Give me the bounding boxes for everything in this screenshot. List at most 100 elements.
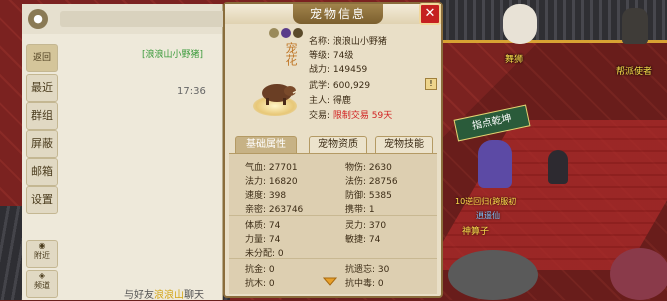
trade-restriction: 限制交易 59天 bbox=[332, 111, 393, 121]
lion-sprite bbox=[503, 4, 537, 44]
chat-search-input[interactable] bbox=[60, 11, 230, 27]
stats-panel[interactable]: 气血: 27701 物伤: 2630 法力: 16820 法伤: 28756 速… bbox=[229, 154, 437, 294]
npc-guild-envoy[interactable]: 帮派使者 bbox=[616, 8, 652, 77]
back-label: 返回 bbox=[32, 53, 51, 63]
npc-envoy-name: 帮派使者 bbox=[616, 67, 653, 77]
stat-res-poison: 抗中毒: 0 bbox=[345, 276, 384, 289]
stat-carry: 携带: 1 bbox=[345, 202, 375, 215]
sidebar-item-settings[interactable]: 设置 bbox=[26, 186, 58, 214]
tab-aptitude-label: 宠物资质 bbox=[318, 139, 358, 150]
stat-spirit: 灵力: 370 bbox=[345, 218, 386, 231]
sidebar-item-recent[interactable]: 最近 bbox=[26, 74, 58, 102]
stat-con-label: 体质: bbox=[245, 221, 267, 231]
tab-skills-label: 宠物技能 bbox=[384, 139, 424, 150]
nearby-icon: ◉ bbox=[38, 241, 46, 250]
stat-str-label: 力量: bbox=[245, 235, 267, 245]
owner-label: 主人: bbox=[309, 96, 331, 106]
trade-label: 交易: bbox=[309, 111, 331, 121]
close-icon: ✕ bbox=[424, 6, 436, 21]
chat-footer: 与好友浪浪山聊天 bbox=[124, 286, 204, 301]
sidebar-item-groups[interactable]: 群组 bbox=[26, 102, 58, 130]
settings-label: 设置 bbox=[31, 193, 53, 206]
npc-lion-dancer[interactable]: 舞狮 bbox=[503, 4, 537, 65]
groups-label: 群组 bbox=[31, 109, 53, 122]
pet-mark-seal: 宠花 bbox=[284, 42, 298, 66]
martial-label: 武学: bbox=[309, 81, 331, 91]
info-warning-icon[interactable]: ! bbox=[425, 78, 437, 90]
tab-pet-aptitude[interactable]: 宠物资质 bbox=[309, 136, 367, 154]
sidebar-item-back[interactable]: 返回 bbox=[26, 44, 58, 72]
stat-res-wood: 抗木: 0 bbox=[245, 276, 275, 289]
footer-friend-name[interactable]: 浪浪山 bbox=[154, 290, 184, 301]
microphone-icon[interactable]: ● bbox=[28, 9, 48, 29]
stat-con-value: 74 bbox=[268, 221, 281, 231]
player-guild-tag: 10逆回归(跨服初 bbox=[455, 197, 517, 206]
sidebar-item-channel[interactable]: ◈ 频道 bbox=[26, 270, 58, 298]
close-button[interactable]: ✕ bbox=[419, 3, 441, 25]
pet-martial-row: 武学: 600,929 bbox=[309, 78, 370, 91]
chat-target-name[interactable]: [浪浪山小野猪] bbox=[142, 47, 203, 60]
pet-power-row: 战力: 149459 bbox=[309, 62, 367, 75]
pet-portrait: 宠花 bbox=[231, 26, 303, 136]
pet-owner: 得鹿 bbox=[332, 96, 351, 106]
pet-info-dialog: 宠物信息 ✕ 宠花 名称: 浪浪山小野猪 等级: 74级 战力: 149459 … bbox=[223, 2, 443, 298]
sidebar-item-blocked[interactable]: 屏蔽 bbox=[26, 130, 58, 158]
stat-mp-label: 法力: bbox=[245, 177, 267, 187]
element-magic-icon bbox=[281, 28, 291, 38]
npc-attendant[interactable] bbox=[548, 150, 568, 184]
stat-defense-value: 5385 bbox=[368, 191, 392, 201]
stat-phys-atk-value: 2630 bbox=[368, 163, 392, 173]
stat-mp: 法力: 16820 bbox=[245, 174, 298, 187]
tab-pet-skills[interactable]: 宠物技能 bbox=[375, 136, 433, 154]
blossom-tree bbox=[610, 248, 667, 300]
player-character[interactable] bbox=[478, 140, 512, 188]
nearby-label: 附近 bbox=[34, 251, 50, 260]
sidebar-item-nearby[interactable]: ◉ 附近 bbox=[26, 240, 58, 268]
stat-defense-label: 防御: bbox=[345, 191, 367, 201]
stat-hp-value: 27701 bbox=[268, 163, 298, 173]
chat-sidebar: 返回 最近 群组 屏蔽 邮箱 设置 ◉ 附近 ◈ 频道 bbox=[22, 42, 60, 300]
stat-constitution: 体质: 74 bbox=[245, 218, 280, 231]
stat-agi-label: 敏捷: bbox=[345, 235, 367, 245]
stat-res-forget: 抗遗忘: 30 bbox=[345, 262, 389, 275]
stat-carry-value: 1 bbox=[368, 205, 375, 215]
pet-trade-row: 交易: 限制交易 59天 bbox=[309, 108, 392, 121]
element-earth-icon bbox=[269, 28, 279, 38]
pet-martial: 600,929 bbox=[332, 81, 371, 91]
stats-divider-2 bbox=[229, 258, 437, 259]
pet-owner-row: 主人: 得鹿 bbox=[309, 93, 351, 106]
attendant-sprite bbox=[548, 150, 568, 184]
name-label: 名称: bbox=[309, 37, 331, 47]
recent-label: 最近 bbox=[31, 81, 53, 94]
player-name-tag: 神算子 bbox=[462, 227, 490, 237]
envoy-sprite bbox=[622, 8, 648, 44]
stat-res-wood-value: 0 bbox=[268, 279, 275, 289]
stat-intimacy-value: 263746 bbox=[268, 205, 304, 215]
channel-label: 频道 bbox=[34, 281, 50, 290]
stat-res-metal-value: 0 bbox=[268, 265, 275, 275]
stat-speed-value: 398 bbox=[268, 191, 287, 201]
sidebar-item-mail[interactable]: 邮箱 bbox=[26, 158, 58, 186]
stat-res-forget-label: 抗遗忘: bbox=[345, 265, 376, 275]
stat-mag-atk: 法伤: 28756 bbox=[345, 174, 398, 187]
scroll-down-icon[interactable] bbox=[323, 276, 337, 286]
stat-speed: 速度: 398 bbox=[245, 188, 286, 201]
stat-speed-label: 速度: bbox=[245, 191, 267, 201]
tab-basic-label: 基础属性 bbox=[246, 139, 286, 150]
mail-label: 邮箱 bbox=[31, 165, 53, 178]
power-label: 战力: bbox=[309, 65, 331, 75]
stat-spi-label: 灵力: bbox=[345, 221, 367, 231]
pet-name: 浪浪山小野猪 bbox=[332, 37, 387, 47]
pet-power: 149459 bbox=[332, 65, 368, 75]
stat-carry-label: 携带: bbox=[345, 205, 367, 215]
channel-icon: ◈ bbox=[38, 271, 46, 280]
stat-hp-label: 气血: bbox=[245, 163, 267, 173]
stat-defense: 防御: 5385 bbox=[345, 188, 392, 201]
tab-basic-attributes[interactable]: 基础属性 bbox=[235, 136, 297, 154]
stone-lantern bbox=[448, 250, 538, 300]
stat-res-metal-label: 抗金: bbox=[245, 265, 267, 275]
stat-mag-atk-label: 法伤: bbox=[345, 177, 367, 187]
element-gold-icon bbox=[293, 28, 303, 38]
stat-hp: 气血: 27701 bbox=[245, 160, 298, 173]
stat-phys-atk-label: 物伤: bbox=[345, 163, 367, 173]
